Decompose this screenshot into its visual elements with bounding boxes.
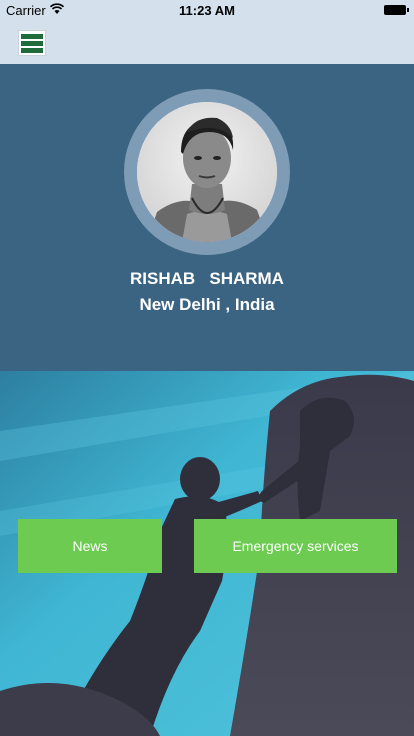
battery-icon bbox=[384, 5, 409, 15]
news-button[interactable]: News bbox=[18, 519, 162, 573]
avatar-ring bbox=[124, 89, 290, 255]
profile-name: RISHAB SHARMA bbox=[130, 269, 284, 288]
avatar-photo bbox=[137, 102, 277, 242]
hero-section: News Emergency services bbox=[0, 371, 414, 736]
profile-header: RISHAB SHARMA New Delhi , India bbox=[0, 64, 414, 371]
avatar[interactable] bbox=[137, 102, 277, 242]
hamburger-menu-icon-bar bbox=[21, 41, 43, 46]
hamburger-menu-icon bbox=[21, 34, 43, 39]
profile-location: New Delhi , India bbox=[139, 295, 275, 314]
status-bar: Carrier 11:23 AM bbox=[0, 0, 414, 22]
menu-button[interactable] bbox=[18, 30, 46, 56]
navigation-bar bbox=[0, 22, 414, 64]
hamburger-menu-icon-bar bbox=[21, 48, 43, 53]
emergency-services-button[interactable]: Emergency services bbox=[194, 519, 397, 573]
status-time: 11:23 AM bbox=[179, 3, 235, 18]
